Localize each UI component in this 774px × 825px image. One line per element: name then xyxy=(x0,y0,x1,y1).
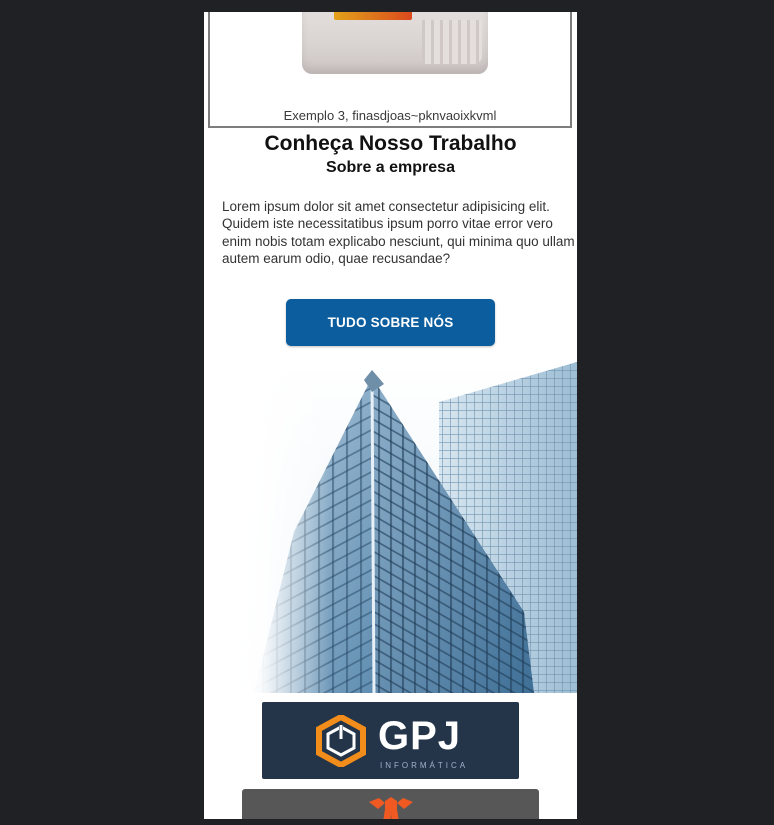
page-viewport: Exemplo 3, finasdjoas~pknvaoixkvml Conhe… xyxy=(204,12,577,819)
section-title: Conheça Nosso Trabalho xyxy=(264,132,517,155)
partner-logo-gpj[interactable]: GPJ INFORMÁTICA xyxy=(262,702,519,779)
product-image xyxy=(302,12,488,74)
partner-mark-icon xyxy=(369,797,413,819)
product-caption: Exemplo 3, finasdjoas~pknvaoixkvml xyxy=(283,108,497,123)
building-image xyxy=(234,362,577,693)
gpj-logo-subtitle: INFORMÁTICA xyxy=(380,761,469,770)
section-subtitle: Sobre a empresa xyxy=(326,159,455,176)
gpj-hexagon-icon xyxy=(316,715,366,767)
about-text: Lorem ipsum dolor sit amet consectetur a… xyxy=(222,199,575,267)
building-illustration xyxy=(234,362,577,693)
gpj-logo-text: GPJ xyxy=(378,714,462,758)
product-card[interactable]: Exemplo 3, finasdjoas~pknvaoixkvml xyxy=(208,12,572,128)
product-ribs xyxy=(422,20,482,64)
about-us-button[interactable]: TUDO SOBRE NÓS xyxy=(286,299,495,346)
partner-logo-second[interactable] xyxy=(242,789,539,819)
product-label-sticker xyxy=(334,12,412,20)
